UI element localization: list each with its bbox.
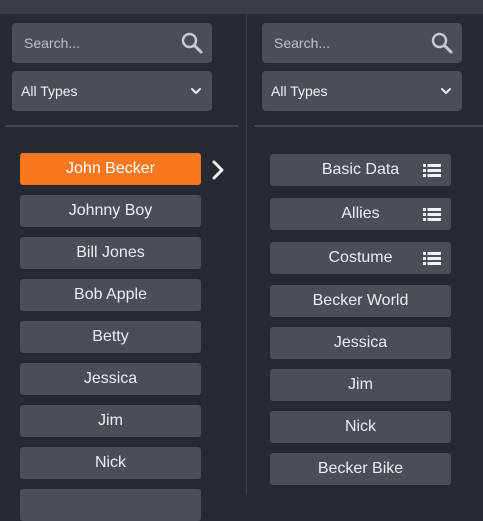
search-icon[interactable] (181, 32, 203, 54)
list-icon[interactable] (423, 208, 441, 221)
list-item-label: Becker World (312, 292, 409, 309)
right-type-select-value: All Types (271, 83, 328, 99)
list-item-label: Nick (94, 454, 127, 471)
top-bar (0, 0, 483, 14)
right-divider (254, 125, 483, 127)
search-icon[interactable] (431, 32, 453, 54)
left-panel: All Types John Becker Johnny Boy Bill Jo… (0, 14, 246, 521)
list-item-label: Johnny Boy (68, 202, 153, 219)
left-search-box (12, 23, 212, 63)
list-item[interactable]: Costume (270, 242, 451, 274)
list-item[interactable] (20, 489, 201, 521)
chevron-down-icon (191, 88, 201, 94)
list-item[interactable]: Becker World (270, 285, 451, 317)
list-item[interactable]: Basic Data (270, 154, 451, 186)
list-item[interactable]: Jim (270, 369, 451, 401)
list-item[interactable]: Jim (20, 405, 201, 437)
list-item[interactable]: John Becker (20, 153, 201, 185)
list-item[interactable]: Johnny Boy (20, 195, 201, 227)
list-item-label: Bob Apple (74, 286, 147, 303)
list-item[interactable]: Jessica (270, 327, 451, 359)
chevron-right-icon (212, 160, 224, 180)
list-item-label: Betty (92, 328, 129, 345)
right-search-box (262, 23, 462, 63)
list-item[interactable]: Nick (270, 411, 451, 443)
list-item[interactable]: Jessica (20, 363, 201, 395)
list-item-label: Basic Data (321, 161, 400, 178)
list-item-label: Jim (348, 376, 373, 393)
list-item[interactable]: Nick (20, 447, 201, 479)
list-item-label: Allies (341, 205, 380, 222)
list-item-label: Jessica (333, 334, 388, 351)
list-item[interactable]: Allies (270, 198, 451, 230)
right-panel: All Types Basic Data Allies Costume Beck… (247, 14, 483, 495)
list-item[interactable]: Becker Bike (270, 453, 451, 485)
list-item[interactable]: Bill Jones (20, 237, 201, 269)
left-type-select[interactable]: All Types (12, 71, 212, 111)
list-item[interactable]: Bob Apple (20, 279, 201, 311)
list-icon[interactable] (423, 164, 441, 177)
left-divider (5, 125, 238, 127)
list-item-label: John Becker (66, 160, 155, 177)
chevron-down-icon (441, 88, 451, 94)
list-item[interactable]: Betty (20, 321, 201, 353)
right-type-select[interactable]: All Types (262, 71, 462, 111)
list-item-label: Jim (98, 412, 123, 429)
list-item-label: Bill Jones (76, 244, 145, 261)
list-item-label: Becker Bike (317, 460, 404, 477)
left-type-select-value: All Types (21, 83, 78, 99)
list-icon[interactable] (423, 252, 441, 265)
list-item-label: Jessica (83, 370, 138, 387)
list-item-label: Nick (344, 418, 377, 435)
list-item-label: Costume (328, 249, 393, 266)
